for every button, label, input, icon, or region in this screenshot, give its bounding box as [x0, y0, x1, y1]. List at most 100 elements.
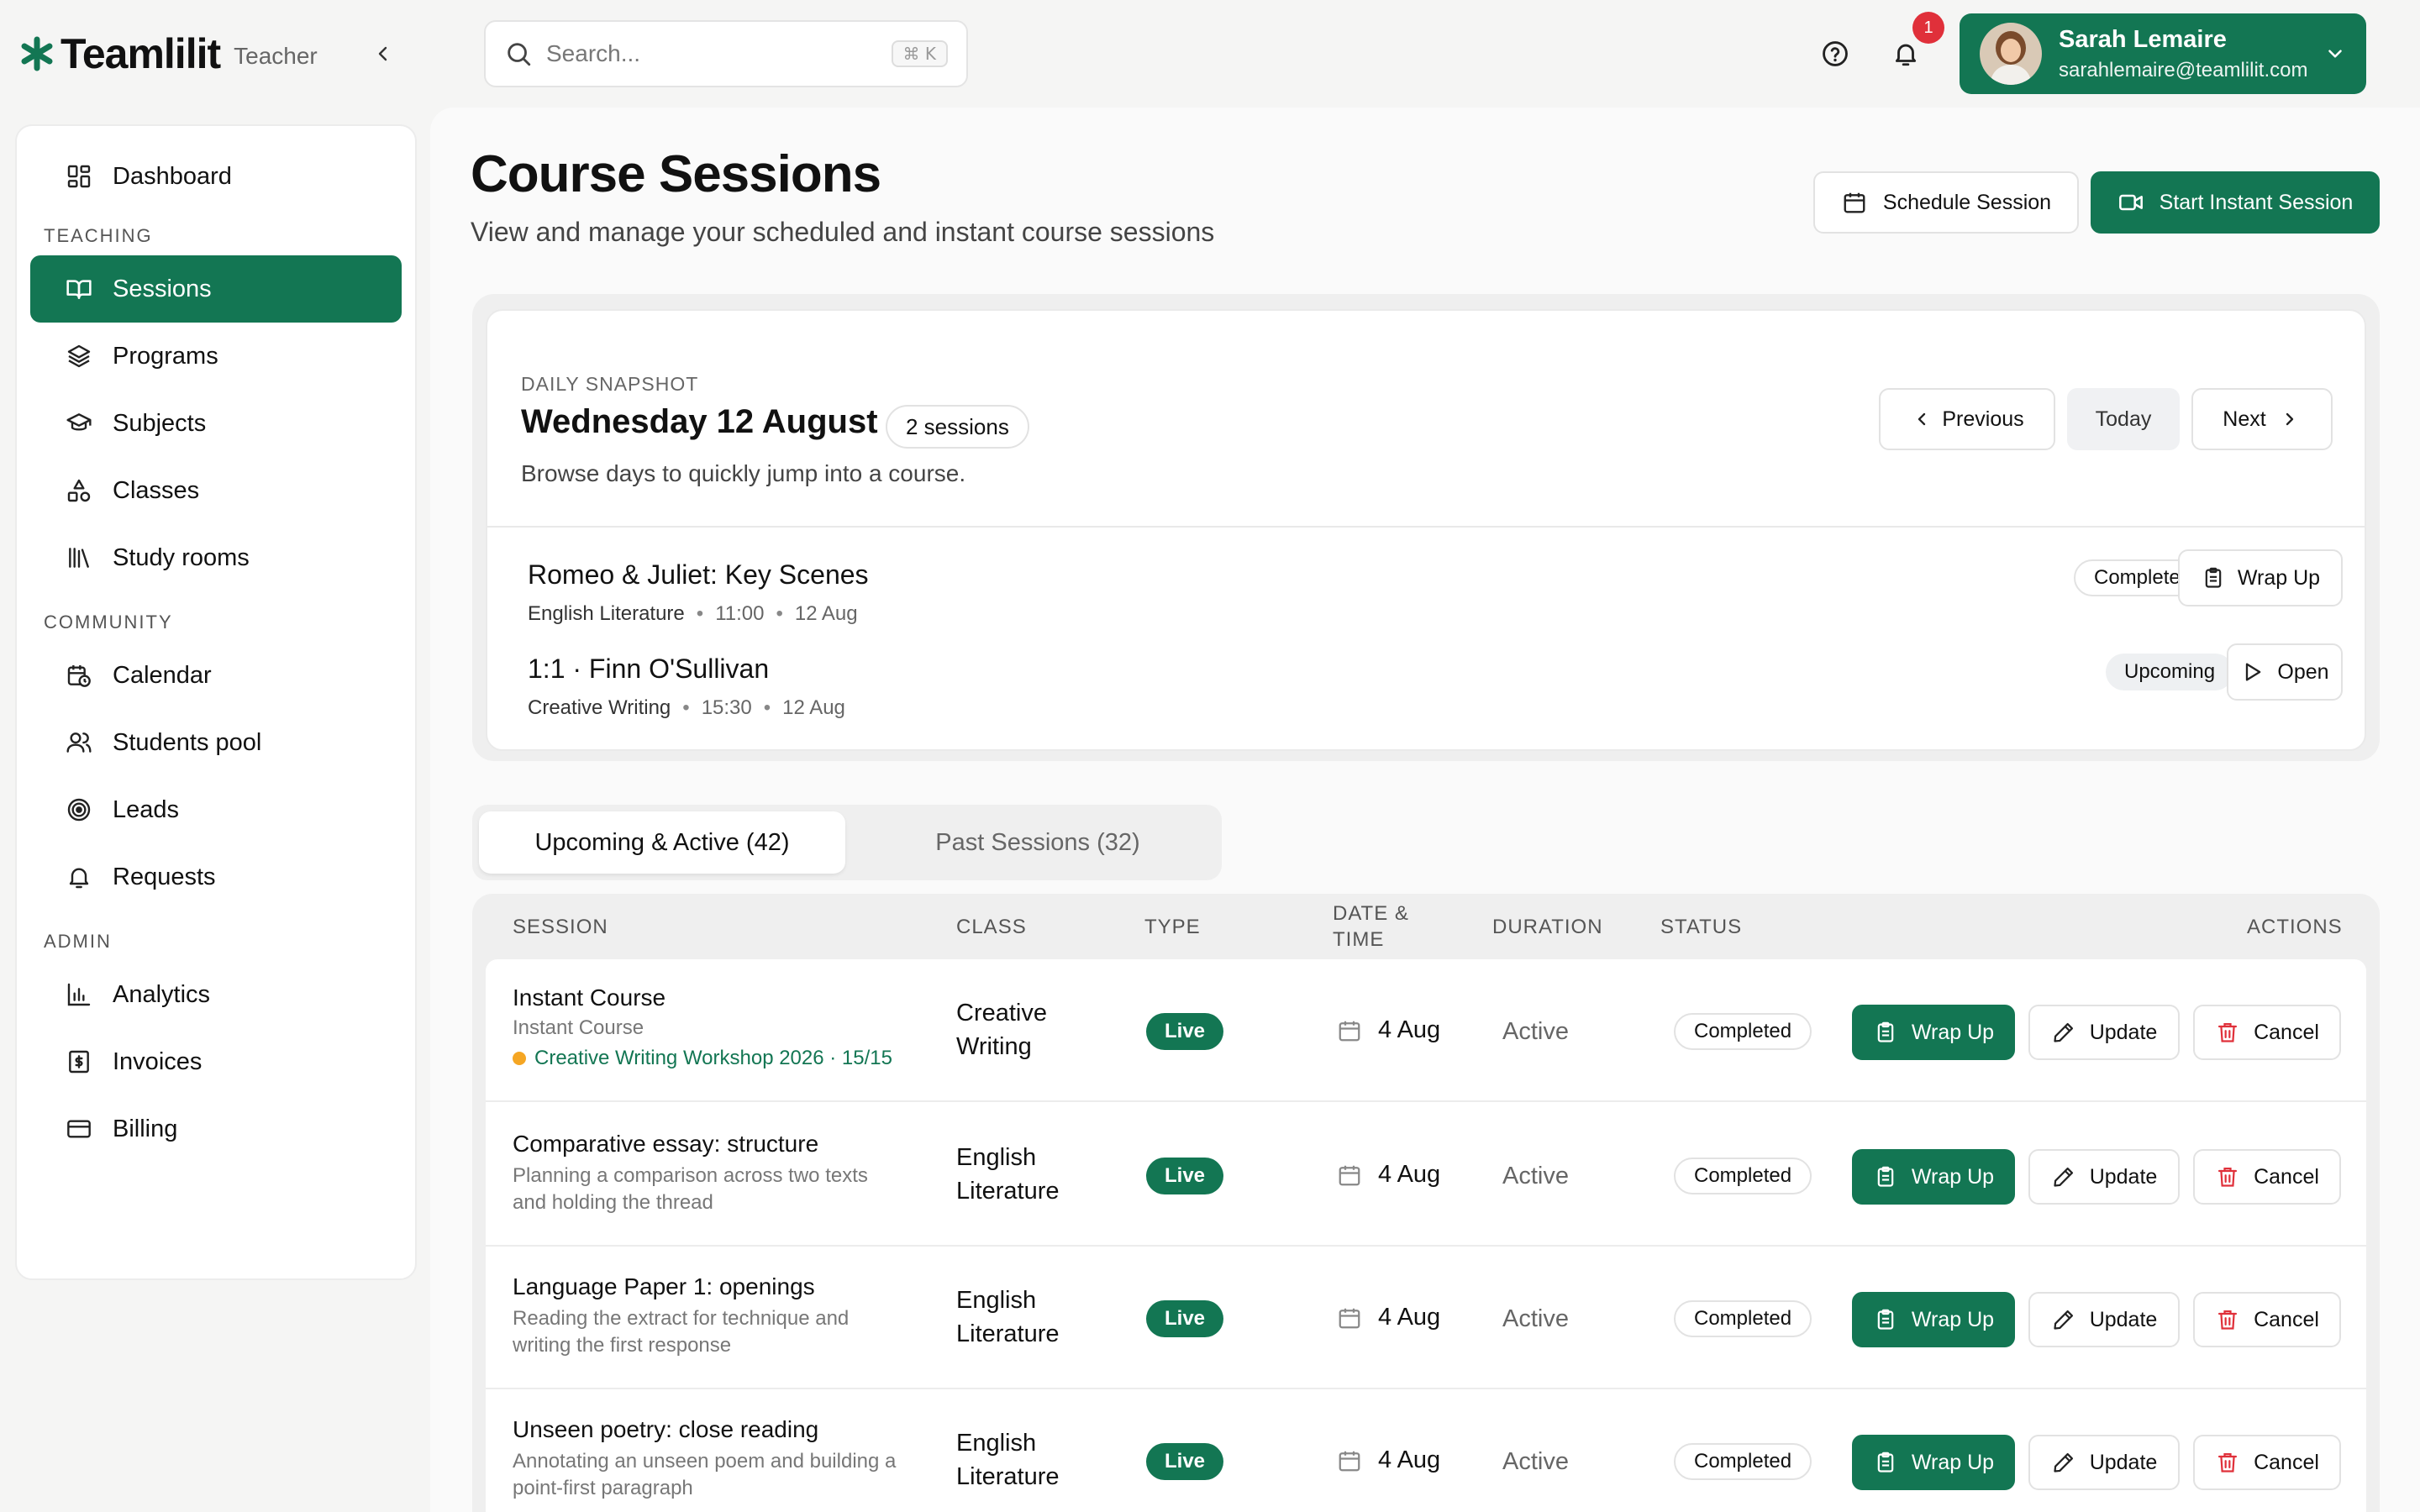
status-badge: Completed	[1674, 1300, 1812, 1337]
bell-icon	[1891, 39, 1920, 68]
user-name: Sarah Lemaire	[2059, 25, 2227, 53]
credit-card-icon	[64, 1114, 94, 1144]
cancel-button[interactable]: Cancel	[2193, 1435, 2341, 1490]
bar-chart-icon	[64, 979, 94, 1010]
sidebar-item-label: Students pool	[113, 728, 262, 756]
pencil-icon	[2051, 1164, 2076, 1189]
today-button[interactable]: Today	[2067, 388, 2180, 450]
session-count-badge: 2 sessions	[886, 405, 1029, 449]
session-time: 11:00	[715, 602, 765, 625]
sidebar-item-leads[interactable]: Leads	[30, 776, 402, 843]
sidebar-item-requests[interactable]: Requests	[30, 843, 402, 911]
top-bar: Teamlilit Teacher ⌘ K 1	[0, 0, 2420, 108]
sidebar-item-subjects[interactable]: Subjects	[30, 390, 402, 457]
sidebar-item-label: Dashboard	[113, 162, 232, 190]
sidebar-item-label: Sessions	[113, 275, 212, 302]
update-button[interactable]: Update	[2028, 1292, 2180, 1347]
session-title[interactable]: Instant Course	[513, 984, 908, 1011]
session-title[interactable]: Unseen poetry: close reading	[513, 1416, 908, 1443]
type-badge: Live	[1146, 1300, 1224, 1337]
program-link[interactable]: Creative Writing Workshop 2026 · 15/15	[513, 1047, 908, 1070]
session-duration: Active	[1502, 1018, 1569, 1045]
calendar-icon	[1336, 1017, 1363, 1044]
open-session-button[interactable]: Open	[2227, 643, 2343, 701]
snapshot-session-item[interactable]: 1:1 · Finn O'Sullivan Creative Writing • 1…	[528, 643, 2343, 738]
sidebar-item-programs[interactable]: Programs	[30, 323, 402, 390]
sidebar-item-label: Calendar	[113, 661, 212, 689]
book-open-icon	[64, 274, 94, 304]
cancel-button[interactable]: Cancel	[2193, 1292, 2341, 1347]
class-name: English Literature	[956, 1430, 1060, 1490]
avatar	[1980, 23, 2042, 85]
sidebar-item-calendar[interactable]: Calendar	[30, 642, 402, 709]
session-title[interactable]: Comparative essay: structure	[513, 1131, 908, 1158]
sidebar-item-billing[interactable]: Billing	[30, 1095, 402, 1163]
update-button[interactable]: Update	[2028, 1435, 2180, 1490]
wrap-up-button[interactable]: Wrap Up	[1852, 1292, 2015, 1347]
tab-upcoming-active[interactable]: Upcoming & Active (42)	[479, 811, 845, 874]
session-subtitle: Reading the extract for technique and wr…	[513, 1307, 850, 1357]
session-date: 4 Aug	[1336, 1446, 1440, 1474]
session-duration: Active	[1502, 1305, 1569, 1332]
wrap-up-button[interactable]: Wrap Up	[1852, 1149, 2015, 1205]
cancel-button[interactable]: Cancel	[2193, 1149, 2341, 1205]
search-input[interactable]	[546, 40, 892, 67]
sidebar-item-label: Invoices	[113, 1047, 203, 1075]
column-header-class: CLASS	[956, 916, 1027, 938]
table-row: Unseen poetry: close reading Annotating …	[486, 1389, 2366, 1512]
sidebar-item-classes[interactable]: Classes	[30, 457, 402, 524]
pencil-icon	[2051, 1450, 2076, 1475]
chevron-left-icon	[1910, 407, 1933, 431]
sidebar-item-study-rooms[interactable]: Study rooms	[30, 524, 402, 591]
tab-past-sessions[interactable]: Past Sessions (32)	[865, 811, 1210, 874]
column-header-status: STATUS	[1660, 916, 1743, 938]
status-badge: Completed	[1674, 1443, 1812, 1480]
next-day-button[interactable]: Next	[2191, 388, 2333, 450]
wrap-up-button[interactable]: Wrap Up	[2178, 549, 2343, 606]
sidebar-item-students-pool[interactable]: Students pool	[30, 709, 402, 776]
sidebar-item-sessions[interactable]: Sessions	[30, 255, 402, 323]
session-subject: Creative Writing	[528, 696, 671, 719]
start-instant-session-button[interactable]: Start Instant Session	[2091, 171, 2380, 234]
sidebar-item-label: Subjects	[113, 409, 207, 437]
pencil-icon	[2051, 1307, 2076, 1332]
library-icon	[64, 543, 94, 573]
update-button[interactable]: Update	[2028, 1005, 2180, 1060]
snapshot-session-item[interactable]: Romeo & Juliet: Key Scenes English Liter…	[528, 549, 2343, 643]
user-menu[interactable]: Sarah Lemaire sarahlemaire@teamlilit.com	[1960, 13, 2366, 94]
schedule-session-button[interactable]: Schedule Session	[1813, 171, 2079, 234]
session-date: 4 Aug	[1336, 1304, 1440, 1331]
sidebar-item-label: Study rooms	[113, 543, 250, 571]
program-status-dot	[513, 1052, 526, 1065]
brand-logo[interactable]: Teamlilit Teacher	[18, 25, 318, 82]
wrap-up-button[interactable]: Wrap Up	[1852, 1435, 2015, 1490]
table-body: Instant Course Instant Course Creative W…	[486, 959, 2366, 1512]
wrap-up-button[interactable]: Wrap Up	[1852, 1005, 2015, 1060]
previous-day-button[interactable]: Previous	[1879, 388, 2055, 450]
calendar-icon	[1336, 1305, 1363, 1331]
brand-name: Teamlilit	[60, 30, 221, 77]
sidebar-item-dashboard[interactable]: Dashboard	[30, 143, 402, 210]
column-header-type: TYPE	[1144, 916, 1201, 938]
pencil-icon	[2051, 1020, 2076, 1045]
session-date: 4 Aug	[1336, 1161, 1440, 1189]
collapse-sidebar-button[interactable]	[368, 37, 398, 71]
status-badge: Upcoming	[2106, 654, 2234, 690]
role-label: Teacher	[234, 43, 318, 69]
update-button[interactable]: Update	[2028, 1149, 2180, 1205]
session-date: 12 Aug	[794, 602, 858, 625]
session-title[interactable]: Language Paper 1: openings	[513, 1273, 908, 1300]
help-button[interactable]	[1818, 37, 1852, 71]
search-icon	[504, 39, 533, 68]
cancel-button[interactable]: Cancel	[2193, 1005, 2341, 1060]
session-title: Romeo & Juliet: Key Scenes	[528, 559, 869, 590]
table-row: Instant Course Instant Course Creative W…	[486, 959, 2366, 1102]
sidebar-item-label: Analytics	[113, 980, 211, 1008]
shapes-icon	[64, 475, 94, 506]
bell-icon	[64, 862, 94, 892]
sidebar-item-invoices[interactable]: Invoices	[30, 1028, 402, 1095]
sidebar-item-analytics[interactable]: Analytics	[30, 961, 402, 1028]
search-bar[interactable]: ⌘ K	[484, 20, 968, 87]
clipboard-icon	[2201, 565, 2226, 591]
table-row: Comparative essay: structure Planning a …	[486, 1104, 2366, 1247]
